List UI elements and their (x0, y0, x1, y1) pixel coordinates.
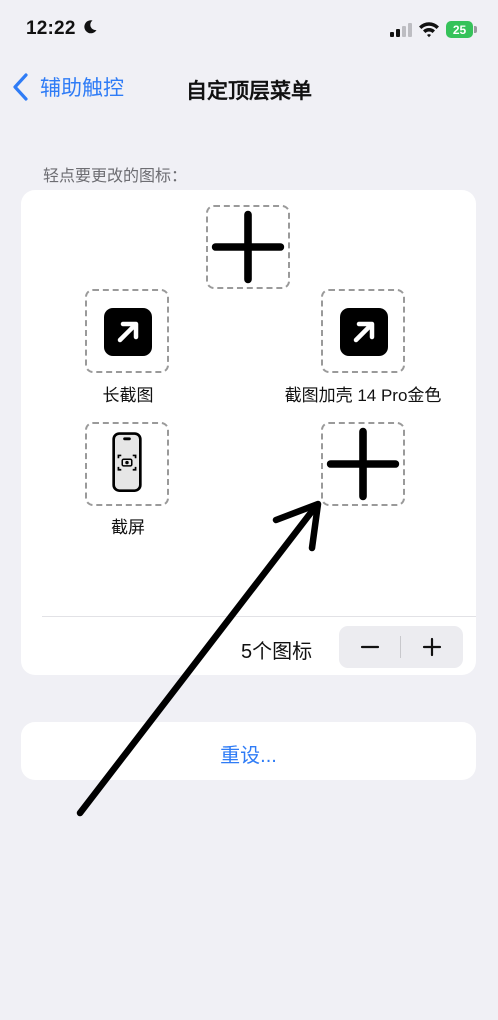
plus-icon (326, 427, 400, 501)
plus-icon (211, 210, 285, 284)
icon-count-label: 5个图标 (241, 641, 313, 663)
slot-label-long-screenshot: 长截图 (102, 386, 154, 405)
page-title: 自定顶层菜单 (186, 80, 312, 103)
shortcut-icon (340, 308, 388, 356)
arrow-up-right-icon (353, 321, 375, 343)
cellular-signal-icon (390, 23, 412, 37)
slot-screenshot-case[interactable] (321, 289, 405, 373)
minus-icon (360, 645, 380, 649)
slot-bottom-right-add[interactable] (321, 422, 405, 506)
status-time: 12:22 (26, 18, 76, 39)
increment-button[interactable] (401, 626, 463, 668)
navigation-bar: 辅助触控 自定顶层菜单 (0, 60, 498, 120)
icon-count-stepper[interactable] (339, 626, 463, 668)
slot-label-screenshot: 截屏 (111, 518, 145, 537)
slot-top-add[interactable] (206, 205, 290, 289)
reset-button[interactable]: 重设... (21, 722, 476, 780)
reset-label: 重设... (220, 745, 277, 767)
battery-cap (474, 26, 477, 33)
phone-camera-icon (112, 432, 142, 492)
slot-label-screenshot-case: 截图加壳 14 Pro金色 (284, 386, 442, 405)
shortcut-icon (104, 308, 152, 356)
moon-icon (84, 20, 97, 34)
battery-level: 25 (446, 21, 473, 38)
divider (42, 616, 476, 617)
arrow-up-right-icon (117, 321, 139, 343)
slot-long-screenshot[interactable] (85, 289, 169, 373)
wifi-icon (419, 22, 439, 38)
slot-screenshot[interactable] (85, 422, 169, 506)
section-label: 轻点要更改的图标： (43, 168, 188, 185)
decrement-button[interactable] (339, 626, 401, 668)
battery-indicator: 25 (446, 21, 478, 38)
plus-icon (422, 637, 442, 657)
menu-layout-card: 长截图 截图加壳 14 Pro金色 截屏 5个图标 (21, 190, 476, 675)
status-bar: 12:22 25 (0, 0, 498, 60)
